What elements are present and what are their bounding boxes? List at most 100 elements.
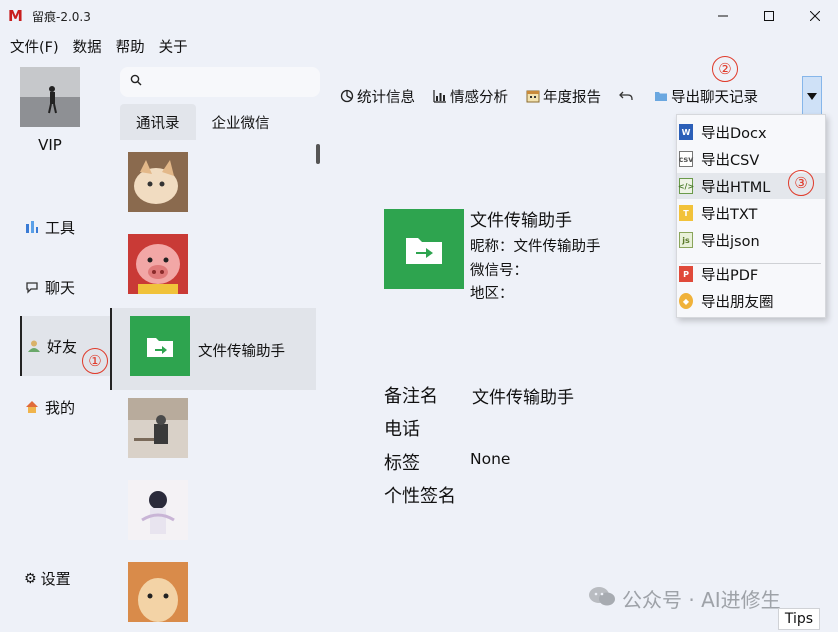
chart-icon xyxy=(24,219,40,235)
undo-icon xyxy=(619,89,633,103)
settings-label: 设置 xyxy=(40,570,71,588)
list-item[interactable] xyxy=(110,144,316,226)
contact-list: 文件传输助手 xyxy=(110,144,320,632)
detail-name: 文件传输助手 xyxy=(470,211,572,231)
menu-file[interactable]: 文件(F) xyxy=(10,36,59,57)
menu-item-export-txt[interactable]: T 导出TXT xyxy=(677,200,825,226)
remark-value: 文件传输助手 xyxy=(472,388,574,408)
moments-icon: ◆ xyxy=(679,293,693,309)
contact-tabs: 通讯录 企业微信 xyxy=(120,104,286,140)
detail-toolbar: 统计信息 情感分析 年度报告 导出聊天记录 xyxy=(340,76,758,116)
csv-icon: csv xyxy=(679,151,693,167)
annual-report-label: 年度报告 xyxy=(543,89,601,106)
word-icon: W xyxy=(679,124,693,140)
sentiment-label: 情感分析 xyxy=(450,89,508,106)
maximize-button[interactable] xyxy=(746,0,792,32)
tips-button[interactable]: Tips xyxy=(778,608,820,630)
contact-name: 文件传输助手 xyxy=(198,344,285,360)
contact-avatar xyxy=(128,398,188,458)
menu-help[interactable]: 帮助 xyxy=(116,36,145,57)
menu-item-label: 导出json xyxy=(701,233,760,250)
menu-item-label: 导出Docx xyxy=(701,125,767,142)
export-chat-label: 导出聊天记录 xyxy=(671,89,758,106)
list-item[interactable] xyxy=(110,390,316,472)
menu-item-export-docx[interactable]: W 导出Docx xyxy=(677,119,825,145)
sentiment-button[interactable]: 情感分析 xyxy=(433,86,508,107)
app-logo: M xyxy=(8,7,23,25)
contact-avatar xyxy=(128,562,188,622)
json-icon: js xyxy=(679,232,693,248)
annotation-marker-2: ② xyxy=(712,56,738,82)
calendar-icon xyxy=(526,89,540,103)
export-menu: W 导出Docx csv 导出CSV </> 导出HTML T 导出TXT js… xyxy=(676,114,826,318)
contact-list-scrollbar[interactable] xyxy=(316,144,320,164)
menu-data[interactable]: 数据 xyxy=(73,36,102,57)
settings-button[interactable]: ⚙ 设置 xyxy=(24,568,71,589)
minimize-button[interactable] xyxy=(700,0,746,32)
search-input[interactable] xyxy=(148,74,308,90)
watermark-text: 公众号 · AI进修生 xyxy=(622,588,781,612)
window-title: 留痕-2.0.3 xyxy=(32,9,91,24)
remark-label: 备注名 xyxy=(384,386,438,407)
contacts-panel: 通讯录 企业微信 文件传输助手 xyxy=(110,60,322,632)
menu-item-export-json[interactable]: js 导出json xyxy=(677,227,825,253)
search-box[interactable] xyxy=(120,67,320,97)
contact-avatar xyxy=(128,234,188,294)
contact-avatar xyxy=(128,152,188,212)
bar-chart-icon xyxy=(433,89,447,103)
menu-item-label: 导出朋友圈 xyxy=(701,294,774,311)
menu-about[interactable]: 关于 xyxy=(159,36,188,57)
menu-item-export-pdf[interactable]: P 导出PDF xyxy=(677,261,825,287)
undo-button[interactable] xyxy=(619,89,636,103)
stats-button[interactable]: 统计信息 xyxy=(340,86,415,107)
vip-label: VIP xyxy=(38,136,62,154)
detail-avatar xyxy=(384,209,464,289)
nav-label: 工具 xyxy=(45,218,76,237)
contact-avatar xyxy=(128,480,188,540)
list-item[interactable] xyxy=(110,472,316,554)
pie-chart-icon xyxy=(340,89,354,103)
folder-arrow-icon xyxy=(147,338,173,357)
detail-nickname: 昵称：文件传输助手 xyxy=(470,239,601,255)
list-item-file-transfer[interactable]: 文件传输助手 xyxy=(110,308,316,390)
tag-label: 标签 xyxy=(384,453,420,474)
wechat-icon xyxy=(588,585,616,612)
list-item[interactable] xyxy=(110,554,316,632)
chat-icon xyxy=(24,279,40,295)
menu-item-label: 导出PDF xyxy=(701,267,759,284)
menu-item-label: 导出CSV xyxy=(701,152,760,169)
nav-item-tools[interactable]: 工具 xyxy=(20,210,110,244)
menu-item-export-csv[interactable]: csv 导出CSV xyxy=(677,146,825,172)
stats-label: 统计信息 xyxy=(357,89,415,106)
tab-enterprise-wechat[interactable]: 企业微信 xyxy=(196,104,286,140)
annual-report-button[interactable]: 年度报告 xyxy=(526,86,601,107)
folder-arrow-icon xyxy=(406,238,442,264)
detail-wxid: 微信号： xyxy=(470,263,528,279)
menu-item-export-moments[interactable]: ◆ 导出朋友圈 xyxy=(677,288,825,314)
search-icon xyxy=(130,74,142,90)
export-dropdown-button[interactable] xyxy=(802,76,822,116)
export-chat-button[interactable]: 导出聊天记录 xyxy=(654,86,758,107)
close-button[interactable] xyxy=(792,0,838,32)
caret-down-icon xyxy=(807,92,817,100)
nav-label: 好友 xyxy=(47,337,78,356)
html-icon: </> xyxy=(678,178,694,194)
nav-sidebar: VIP 工具 聊天 好友 我的 ⚙ 设置 xyxy=(0,60,110,632)
gear-icon: ⚙ xyxy=(24,570,37,587)
tab-contacts[interactable]: 通讯录 xyxy=(120,104,196,140)
folder-icon xyxy=(654,89,668,103)
txt-icon: T xyxy=(679,205,693,221)
user-avatar[interactable] xyxy=(20,67,80,127)
tag-value: None xyxy=(470,450,511,468)
file-transfer-avatar xyxy=(130,316,190,376)
menu-item-label: 导出TXT xyxy=(701,206,758,223)
nav-item-mine[interactable]: 我的 xyxy=(20,390,110,424)
pdf-icon: P xyxy=(679,266,693,282)
list-item[interactable] xyxy=(110,226,316,308)
nav-item-chat[interactable]: 聊天 xyxy=(20,270,110,304)
user-icon xyxy=(26,338,42,354)
nav-label: 聊天 xyxy=(45,278,76,297)
annotation-marker-1: ① xyxy=(82,348,108,374)
detail-region: 地区： xyxy=(470,286,514,302)
nav-label: 我的 xyxy=(45,398,76,417)
